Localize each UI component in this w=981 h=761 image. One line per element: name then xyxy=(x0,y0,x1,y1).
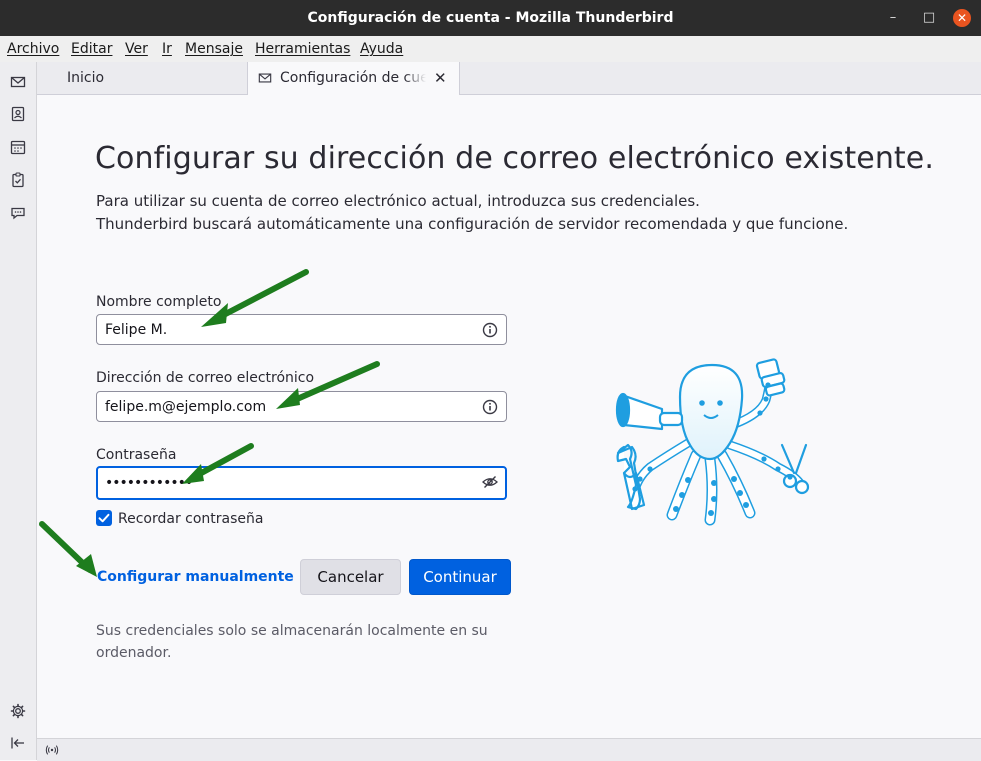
mail-icon xyxy=(258,73,272,83)
full-name-label: Nombre completo xyxy=(96,294,222,310)
menubar: Archivo Editar Ver Ir Mensaje Herramient… xyxy=(0,36,981,62)
info-icon[interactable] xyxy=(482,322,498,338)
window-titlebar: Configuración de cuenta - Mozilla Thunde… xyxy=(0,0,981,36)
arrow-to-name-field xyxy=(211,269,309,323)
remember-password-checkbox[interactable] xyxy=(96,510,112,526)
intro-line-2: Thunderbird buscará automáticamente una … xyxy=(96,215,849,233)
minimize-button[interactable]: – xyxy=(884,9,902,27)
tab-bar: Inicio Configuración de cuenta ✕ xyxy=(37,62,981,95)
manual-config-link[interactable]: Configurar manualmente xyxy=(97,569,294,585)
hide-password-eye-icon[interactable] xyxy=(482,474,498,490)
page-title: Configurar su dirección de correo electr… xyxy=(95,141,934,176)
menu-herramientas[interactable]: Herramientas xyxy=(255,41,350,57)
arrow-to-manual-config xyxy=(39,521,93,573)
tab-close-button[interactable]: ✕ xyxy=(434,62,447,94)
intro-line-1: Para utilizar su cuenta de correo electr… xyxy=(96,192,700,210)
online-status-icon[interactable] xyxy=(45,743,59,757)
tab-account-setup-label: Configuración de cuenta xyxy=(280,70,426,86)
menu-ver[interactable]: Ver xyxy=(125,41,148,57)
email-field xyxy=(96,391,507,422)
settings-gear-icon[interactable] xyxy=(10,703,26,719)
continue-button[interactable]: Continuar xyxy=(409,559,511,595)
chat-icon[interactable] xyxy=(10,205,26,221)
menu-ayuda[interactable]: Ayuda xyxy=(360,41,403,57)
cancel-button[interactable]: Cancelar xyxy=(300,559,401,595)
email-label: Dirección de correo electrónico xyxy=(96,370,315,386)
intro-text: Para utilizar su cuenta de correo electr… xyxy=(96,190,848,236)
menu-ir[interactable]: Ir xyxy=(162,41,172,57)
info-icon[interactable] xyxy=(482,399,498,415)
menu-mensaje[interactable]: Mensaje xyxy=(185,41,243,57)
window-title: Configuración de cuenta - Mozilla Thunde… xyxy=(307,10,674,26)
password-label: Contraseña xyxy=(96,447,177,463)
email-input[interactable] xyxy=(105,392,475,421)
tab-inicio[interactable]: Inicio xyxy=(67,62,104,94)
tasks-icon[interactable] xyxy=(10,172,26,188)
password-field xyxy=(96,466,507,500)
password-input[interactable] xyxy=(105,468,475,497)
octopus-illustration xyxy=(615,358,810,526)
menu-archivo[interactable]: Archivo xyxy=(7,41,59,57)
address-book-icon[interactable] xyxy=(10,106,26,122)
tab-account-setup[interactable]: Configuración de cuenta ✕ xyxy=(247,62,460,95)
menu-editar[interactable]: Editar xyxy=(71,41,112,57)
close-window-button[interactable]: ✕ xyxy=(953,9,971,27)
collapse-sidebar-icon[interactable] xyxy=(10,735,26,751)
spaces-toolbar xyxy=(0,62,37,760)
maximize-button[interactable]: □ xyxy=(920,9,938,27)
remember-password-label[interactable]: Recordar contraseña xyxy=(118,510,263,528)
mail-icon[interactable] xyxy=(10,74,26,90)
status-bar xyxy=(37,738,981,761)
credentials-note: Sus credenciales solo se almacenarán loc… xyxy=(96,623,488,661)
full-name-input[interactable] xyxy=(105,315,475,344)
check-icon xyxy=(98,513,110,523)
calendar-icon[interactable] xyxy=(10,139,26,155)
full-name-field xyxy=(96,314,507,345)
